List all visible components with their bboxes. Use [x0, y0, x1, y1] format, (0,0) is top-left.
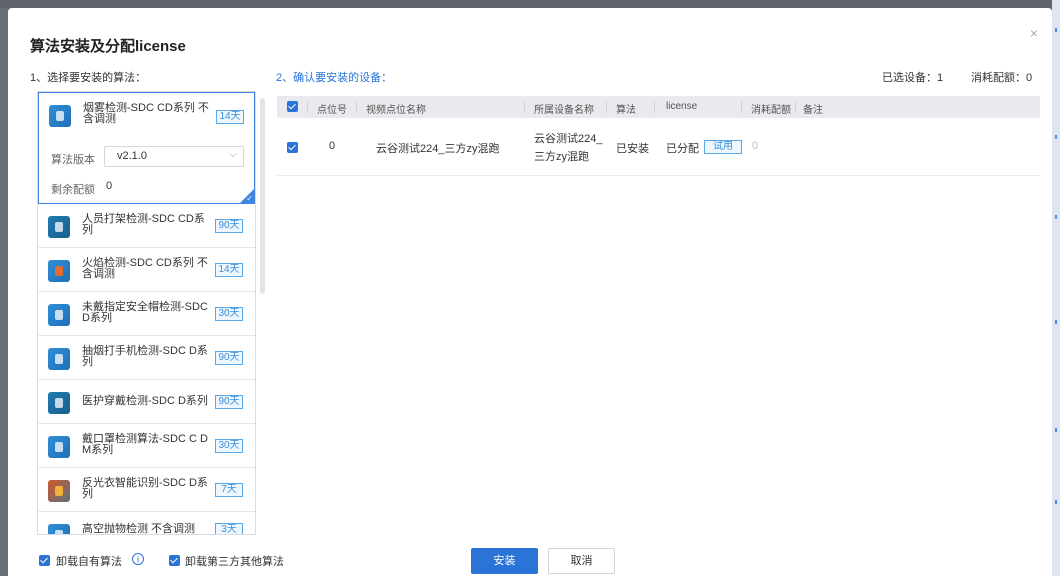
backdrop [0, 0, 1060, 8]
algorithm-name: 反光衣智能识别-SDC D系列 [82, 477, 208, 500]
cell-point-name: 云谷测试224_三方zy混跑 [376, 143, 500, 155]
algorithm-list-scrollbar[interactable] [260, 98, 265, 294]
days-badge: 30天 [215, 439, 243, 453]
version-label: 算法版本 [51, 154, 95, 166]
header-device-name: 所属设备名称 [534, 105, 594, 116]
algorithm-item[interactable]: 抽烟打手机检测-SDC D系列 90天 [38, 336, 255, 380]
algorithm-name: 人员打架检测-SDC CD系列 [82, 213, 205, 236]
header-license: license [666, 101, 698, 112]
column-divider [654, 101, 655, 113]
consumed-quota-count: 消耗配额：0 [971, 72, 1033, 84]
cell-quota: 0 [752, 140, 759, 152]
algorithm-name: 火焰检测-SDC CD系列 不含调测 [82, 257, 208, 280]
algorithm-item[interactable]: 医护穿戴检测-SDC D系列 90天 [38, 380, 255, 424]
uninstall-third-label: 卸载第三方其他算法 [185, 556, 284, 568]
algorithm-name: 医护穿戴检测-SDC D系列 [82, 395, 208, 407]
select-all-checkbox[interactable] [287, 101, 298, 112]
uninstall-own-label: 卸载自有算法 [56, 556, 122, 568]
dialog-title: 算法安装及分配license [30, 38, 186, 55]
cancel-button[interactable]: 取消 [548, 548, 615, 574]
version-select[interactable]: v2.1.0 ⌵ [104, 146, 244, 167]
row-checkbox[interactable] [287, 142, 298, 153]
algorithm-name: 抽烟打手机检测-SDC D系列 [82, 345, 208, 368]
step1-label: 1、选择要安装的算法： [30, 72, 147, 84]
column-divider [356, 101, 357, 113]
table-row[interactable]: 0 云谷测试224_三方zy混跑 云谷测试224_ 三方zy混跑 已安装 已分配… [277, 118, 1040, 176]
smoking-phone-detection-icon [48, 348, 70, 370]
helmet-detection-icon [48, 304, 70, 326]
column-divider [524, 101, 525, 113]
header-remark: 备注 [803, 105, 823, 116]
algorithm-list[interactable]: 烟雾检测-SDC CD系列 不含调测 14天 算法版本 v2.1.0 ⌵ 剩余配… [37, 91, 256, 535]
days-badge: 90天 [215, 219, 243, 233]
days-badge: 90天 [215, 395, 243, 409]
header-point-no: 点位号 [317, 105, 347, 116]
days-badge: 14天 [216, 110, 244, 124]
algorithm-item[interactable]: 戴口罩检测算法-SDC C D M系列 30天 [38, 424, 255, 468]
days-badge: 7天 [215, 483, 243, 497]
fight-detection-icon [48, 216, 70, 238]
step2-label: 2、确认要安装的设备： [276, 72, 393, 84]
days-badge: 90天 [215, 351, 243, 365]
remaining-quota-value: 0 [106, 180, 113, 192]
algorithm-item[interactable]: 反光衣智能识别-SDC D系列 7天 [38, 468, 255, 512]
falling-object-icon [48, 524, 70, 534]
cell-device-name-line2: 三方zy混跑 [534, 151, 589, 163]
reflective-vest-icon [48, 480, 70, 502]
device-table: 点位号 视频点位名称 所属设备名称 算法 license 消耗配额 备注 0 云… [277, 96, 1040, 176]
smoke-detection-icon [49, 105, 71, 127]
algorithm-name: 高空抛物检测 不含调测 [82, 523, 196, 535]
cell-point-no: 0 [329, 140, 336, 152]
cell-algorithm-status: 已安装 [616, 143, 649, 155]
days-badge: 30天 [215, 307, 243, 321]
header-algorithm: 算法 [616, 105, 636, 116]
mask-detection-icon [48, 436, 70, 458]
check-icon: ✓ [246, 194, 253, 203]
trial-badge: 试用 [704, 140, 742, 154]
algorithm-item[interactable]: 人员打架检测-SDC CD系列 90天 [38, 204, 255, 248]
medical-wear-detection-icon [48, 392, 70, 414]
column-divider [795, 101, 796, 113]
algorithm-item[interactable]: 未戴指定安全帽检测-SDC D系列 30天 [38, 292, 255, 336]
install-button[interactable]: 安装 [471, 548, 538, 574]
uninstall-own-checkbox[interactable] [39, 555, 50, 566]
days-badge: 14天 [215, 263, 243, 277]
table-header: 点位号 视频点位名称 所属设备名称 算法 license 消耗配额 备注 [277, 96, 1040, 118]
selected-device-count: 已选设备：1 [882, 72, 944, 84]
algorithm-name: 戴口罩检测算法-SDC C D M系列 [82, 433, 208, 456]
page-scroll-edge [1052, 0, 1060, 576]
algorithm-card-selected[interactable]: 烟雾检测-SDC CD系列 不含调测 14天 算法版本 v2.1.0 ⌵ 剩余配… [38, 92, 255, 204]
algorithm-item[interactable]: 火焰检测-SDC CD系列 不含调测 14天 [38, 248, 255, 292]
days-badge: 3天 [215, 523, 243, 534]
cell-device-name-line1: 云谷测试224_ [534, 133, 603, 145]
chevron-down-icon: ⌵ [229, 149, 237, 160]
version-value: v2.1.0 [117, 150, 147, 162]
info-icon[interactable]: i [132, 553, 144, 565]
algorithm-name: 烟雾检测-SDC CD系列 不含调测 [83, 102, 209, 125]
column-divider [741, 101, 742, 113]
install-dialog: 算法安装及分配license × 1、选择要安装的算法： 2、确认要安装的设备：… [8, 8, 1052, 576]
close-icon[interactable]: × [1027, 26, 1041, 40]
fire-detection-icon [48, 260, 70, 282]
header-quota: 消耗配额 [751, 105, 791, 116]
uninstall-third-checkbox[interactable] [169, 555, 180, 566]
column-divider [307, 101, 308, 113]
algorithm-item[interactable]: 高空抛物检测 不含调测 3天 [38, 512, 255, 535]
cell-license-status: 已分配 [666, 143, 699, 155]
algorithm-name: 未戴指定安全帽检测-SDC D系列 [82, 301, 208, 324]
header-point-name: 视频点位名称 [366, 105, 426, 116]
column-divider [606, 101, 607, 113]
remaining-quota-label: 剩余配额 [51, 184, 95, 196]
